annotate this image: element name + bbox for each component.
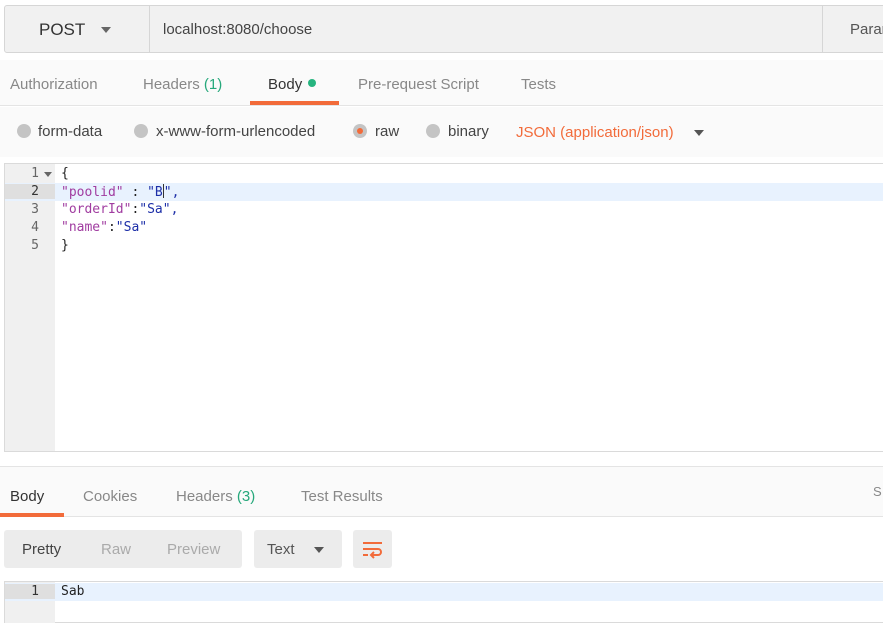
line-number: 3 bbox=[31, 202, 39, 217]
binary-label[interactable]: binary bbox=[448, 123, 489, 140]
json-value: "Sa", bbox=[139, 202, 179, 217]
method-label: POST bbox=[39, 20, 86, 39]
headers-count: (1) bbox=[203, 76, 223, 93]
fold-arrow-icon[interactable] bbox=[44, 172, 52, 177]
response-body-viewer[interactable]: 1 Sab bbox=[4, 581, 883, 623]
params-label: Params bbox=[850, 21, 883, 38]
format-label: Text bbox=[267, 541, 295, 558]
code-text: Sab bbox=[61, 584, 85, 599]
request-url-bar: POST localhost:8080/choose Params bbox=[4, 5, 883, 53]
active-tab-underline bbox=[0, 513, 64, 517]
response-tabs: Body Cookies Headers (3) Test Results S bbox=[0, 466, 883, 517]
wrap-lines-button[interactable] bbox=[353, 530, 392, 568]
json-key: "orderId" bbox=[61, 202, 132, 217]
code-text: "name":"Sa" bbox=[61, 220, 147, 235]
json-key: "poolid" bbox=[61, 185, 124, 200]
tab-body-label: Body bbox=[268, 76, 303, 93]
chevron-down-icon bbox=[101, 27, 111, 33]
preview-button[interactable]: Preview bbox=[167, 541, 220, 558]
code-text: "orderId":"Sa", bbox=[61, 202, 178, 217]
request-body-editor[interactable]: 1 { 2 "poolid" : "B", 3 "orderId":"Sa", … bbox=[4, 163, 883, 452]
code-text: } bbox=[61, 238, 69, 253]
tab-headers-label: Headers bbox=[143, 76, 200, 93]
chevron-down-icon[interactable] bbox=[694, 130, 704, 136]
code-line: 2 "poolid" : "B", bbox=[5, 183, 883, 201]
wrap-lines-icon bbox=[363, 542, 382, 559]
tab-tests[interactable]: Tests bbox=[521, 76, 556, 93]
line-number: 5 bbox=[31, 238, 39, 253]
code-line: 1 { bbox=[5, 165, 883, 183]
method-select[interactable]: POST bbox=[4, 5, 150, 53]
tab-body[interactable]: Body bbox=[268, 76, 317, 93]
code-text: "poolid" : "B", bbox=[61, 184, 179, 200]
tab-cookies[interactable]: Cookies bbox=[83, 488, 137, 505]
status-label: S bbox=[873, 484, 882, 499]
json-key: "name" bbox=[61, 220, 108, 235]
tab-response-headers[interactable]: Headers (3) bbox=[176, 488, 255, 505]
active-tab-underline bbox=[250, 101, 339, 105]
line-number: 1 bbox=[5, 584, 55, 599]
request-tabs: Authorization Headers (1) Body Pre-reque… bbox=[0, 60, 883, 106]
content-type-select[interactable]: JSON (application/json) bbox=[516, 124, 674, 141]
raw-button[interactable]: Raw bbox=[101, 541, 131, 558]
body-type-selector: form-data x-www-form-urlencoded raw bina… bbox=[0, 107, 883, 157]
params-button[interactable]: Params bbox=[822, 5, 883, 53]
urlencoded-label[interactable]: x-www-form-urlencoded bbox=[156, 123, 315, 140]
tab-prerequest-script[interactable]: Pre-request Script bbox=[358, 76, 479, 93]
url-text: localhost:8080/choose bbox=[163, 21, 313, 38]
response-headers-count: (3) bbox=[236, 488, 256, 505]
json-value: "Sa" bbox=[115, 220, 148, 235]
tab-test-results[interactable]: Test Results bbox=[301, 488, 383, 505]
code-line: 4 "name":"Sa" bbox=[5, 219, 883, 237]
tab-headers[interactable]: Headers (1) bbox=[143, 76, 222, 93]
line-number: 4 bbox=[31, 220, 39, 235]
chevron-down-icon bbox=[314, 547, 324, 553]
code-line: 1 Sab bbox=[5, 583, 883, 601]
code-text: { bbox=[61, 166, 69, 181]
json-separator: : bbox=[107, 220, 116, 235]
radio-raw[interactable] bbox=[353, 124, 367, 138]
code-line: 5 } bbox=[5, 237, 883, 255]
code-line: 3 "orderId":"Sa", bbox=[5, 201, 883, 219]
json-value: "B bbox=[147, 185, 163, 200]
line-number: 1 bbox=[31, 166, 39, 181]
json-separator: : bbox=[123, 185, 148, 200]
json-value-rest: ", bbox=[163, 185, 180, 200]
view-mode-toggle: Pretty Raw Preview bbox=[4, 530, 242, 568]
format-select[interactable]: Text bbox=[254, 530, 342, 568]
tab-authorization[interactable]: Authorization bbox=[10, 76, 98, 93]
form-data-label[interactable]: form-data bbox=[38, 123, 102, 140]
radio-form-data[interactable] bbox=[17, 124, 31, 138]
tab-response-headers-label: Headers bbox=[176, 488, 233, 505]
tab-response-body[interactable]: Body bbox=[10, 488, 44, 505]
pretty-button[interactable]: Pretty bbox=[22, 541, 61, 558]
line-number: 2 bbox=[5, 184, 55, 199]
radio-urlencoded[interactable] bbox=[134, 124, 148, 138]
radio-binary[interactable] bbox=[426, 124, 440, 138]
url-input[interactable]: localhost:8080/choose bbox=[150, 5, 823, 53]
active-dot-icon bbox=[308, 79, 317, 87]
raw-label[interactable]: raw bbox=[375, 123, 399, 140]
